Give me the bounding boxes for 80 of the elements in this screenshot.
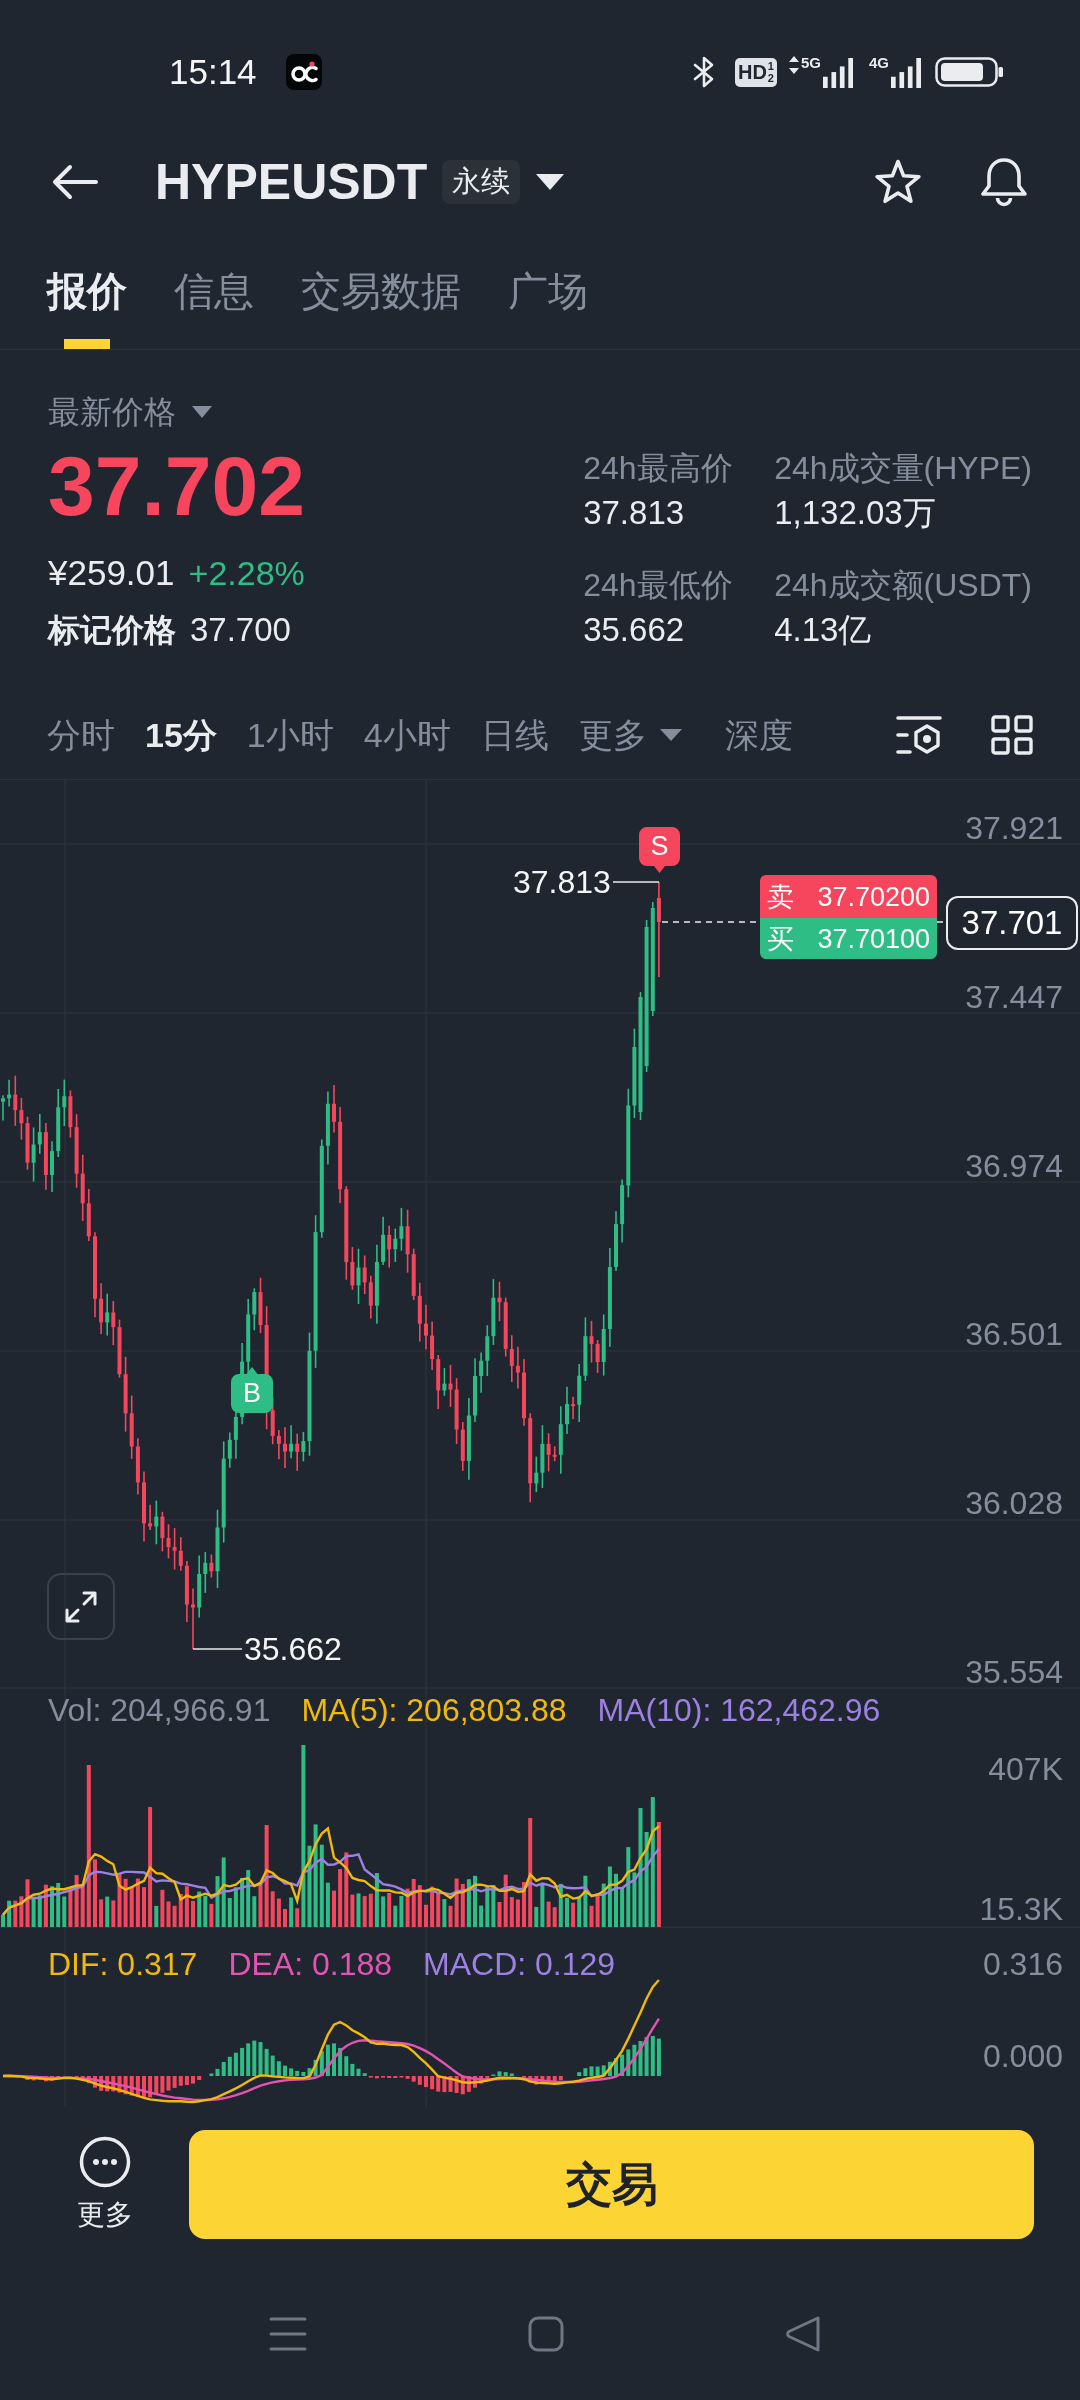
macd-legend-label: MACD: 0.129 bbox=[423, 1945, 616, 1984]
bell-icon[interactable] bbox=[978, 157, 1030, 207]
tab[interactable]: 报价 bbox=[47, 269, 127, 349]
volume-legend-label: Vol: 204,966.91 bbox=[48, 1691, 271, 1730]
stat-value: 35.662 bbox=[583, 610, 686, 650]
mark-price-label: 标记价格 bbox=[48, 611, 176, 650]
nav-square-icon[interactable] bbox=[528, 2315, 564, 2352]
price-axis-label: 36.501 bbox=[965, 1315, 1063, 1355]
macd-legend-label: DEA: 0.188 bbox=[228, 1945, 393, 1984]
low-price-leader-line bbox=[192, 1648, 243, 1650]
ask-price: 37.70200 bbox=[817, 880, 930, 913]
price-axis-label: 35.554 bbox=[965, 1653, 1063, 1692]
network-type: 5G bbox=[800, 55, 821, 71]
bid-side-label: 买 bbox=[767, 922, 794, 955]
pair-title: HYPEUSDT bbox=[155, 153, 428, 212]
interval-tab[interactable]: 更多 bbox=[578, 714, 682, 755]
stat-value: 37.813 bbox=[583, 493, 686, 533]
last-price: 37.702 bbox=[48, 438, 306, 534]
macd-axis-label: 0.316 bbox=[982, 1945, 1063, 1984]
tab[interactable]: 信息 bbox=[174, 269, 254, 349]
buy-signal-marker: B bbox=[231, 1367, 273, 1413]
price-axis-label: 37.447 bbox=[965, 977, 1063, 1017]
interval-tab[interactable]: 日线 bbox=[480, 714, 549, 755]
contract-badge: 永续 bbox=[442, 160, 521, 204]
expand-icon bbox=[64, 1589, 98, 1624]
star-icon[interactable] bbox=[873, 158, 923, 206]
lines-hexagon-icon[interactable] bbox=[896, 714, 942, 755]
interval-tab[interactable]: 1小时 bbox=[246, 714, 334, 755]
caret-down-icon bbox=[192, 406, 212, 418]
volume-legend-label: MA(10): 162,462.96 bbox=[597, 1691, 881, 1730]
tab[interactable]: 广场 bbox=[508, 269, 588, 349]
macd-legend-label: DIF: 0.317 bbox=[48, 1945, 198, 1984]
interval-tab[interactable]: 15分 bbox=[145, 714, 217, 755]
bid-price: 37.70100 bbox=[817, 922, 930, 955]
ellipsis-circle-icon bbox=[78, 2136, 131, 2188]
interval-tab[interactable]: 4小时 bbox=[363, 714, 451, 755]
ask-side-label: 卖 bbox=[767, 880, 794, 913]
grid-icon[interactable] bbox=[991, 714, 1033, 755]
stat-label: 24h最低价 bbox=[583, 566, 734, 605]
network-type: 4G bbox=[869, 55, 889, 71]
stat-label: 24h成交量(HYPE) bbox=[774, 449, 1032, 488]
mark-price-value: 37.700 bbox=[190, 610, 291, 650]
battery-icon bbox=[935, 57, 1003, 87]
signal-bars-icon bbox=[891, 57, 921, 89]
last-price-tag: 37.701 bbox=[946, 896, 1078, 950]
stat-value: 4.13亿 bbox=[774, 610, 873, 650]
price-axis-label: 37.921 bbox=[965, 809, 1063, 848]
volume-legend-label: MA(5): 206,803.88 bbox=[301, 1691, 567, 1730]
signal-bars-icon bbox=[823, 57, 853, 89]
fiat-price: ¥259.01 bbox=[48, 553, 175, 593]
nav-menu-icon[interactable] bbox=[269, 2315, 307, 2352]
hd-superscript: 1 bbox=[767, 60, 774, 72]
price-type-dropdown[interactable]: 最新价格 bbox=[48, 392, 584, 432]
volume-axis-label: 15.3K bbox=[979, 1890, 1063, 1929]
macd-axis-label: 0.000 bbox=[982, 2037, 1063, 2076]
price-change: +2.28% bbox=[188, 553, 305, 593]
high-price-leader-line bbox=[612, 881, 660, 883]
price-axis-label: 36.974 bbox=[965, 1146, 1063, 1186]
app-notification-icon bbox=[285, 54, 322, 90]
back-arrow-icon[interactable] bbox=[52, 164, 98, 200]
trade-button[interactable]: 交易 bbox=[189, 2129, 1034, 2239]
stat-value: 1,132.03万 bbox=[774, 493, 937, 533]
bluetooth-icon bbox=[691, 55, 716, 89]
more-button[interactable]: 更多 bbox=[76, 2136, 133, 2232]
stat-label: 24h成交额(USDT) bbox=[774, 566, 1032, 605]
interval-tab[interactable]: 深度 bbox=[724, 714, 793, 755]
nav-triangle-icon[interactable] bbox=[785, 2314, 821, 2353]
interval-tab[interactable]: 分时 bbox=[47, 714, 115, 755]
volume-axis-label: 407K bbox=[988, 1750, 1063, 1789]
hd-subscript: 2 bbox=[767, 72, 774, 84]
price-axis-label: 36.028 bbox=[965, 1484, 1063, 1524]
hd-label: HD bbox=[737, 61, 767, 83]
low-price-label: 35.662 bbox=[244, 1630, 342, 1669]
tab[interactable]: 交易数据 bbox=[301, 269, 461, 349]
stat-label: 24h最高价 bbox=[583, 449, 734, 488]
caret-down-icon[interactable] bbox=[536, 174, 565, 190]
clock: 15:14 bbox=[169, 52, 257, 92]
expand-button[interactable] bbox=[47, 1573, 115, 1640]
sell-signal-marker: S bbox=[639, 827, 680, 873]
high-price-label: 37.813 bbox=[513, 863, 611, 902]
